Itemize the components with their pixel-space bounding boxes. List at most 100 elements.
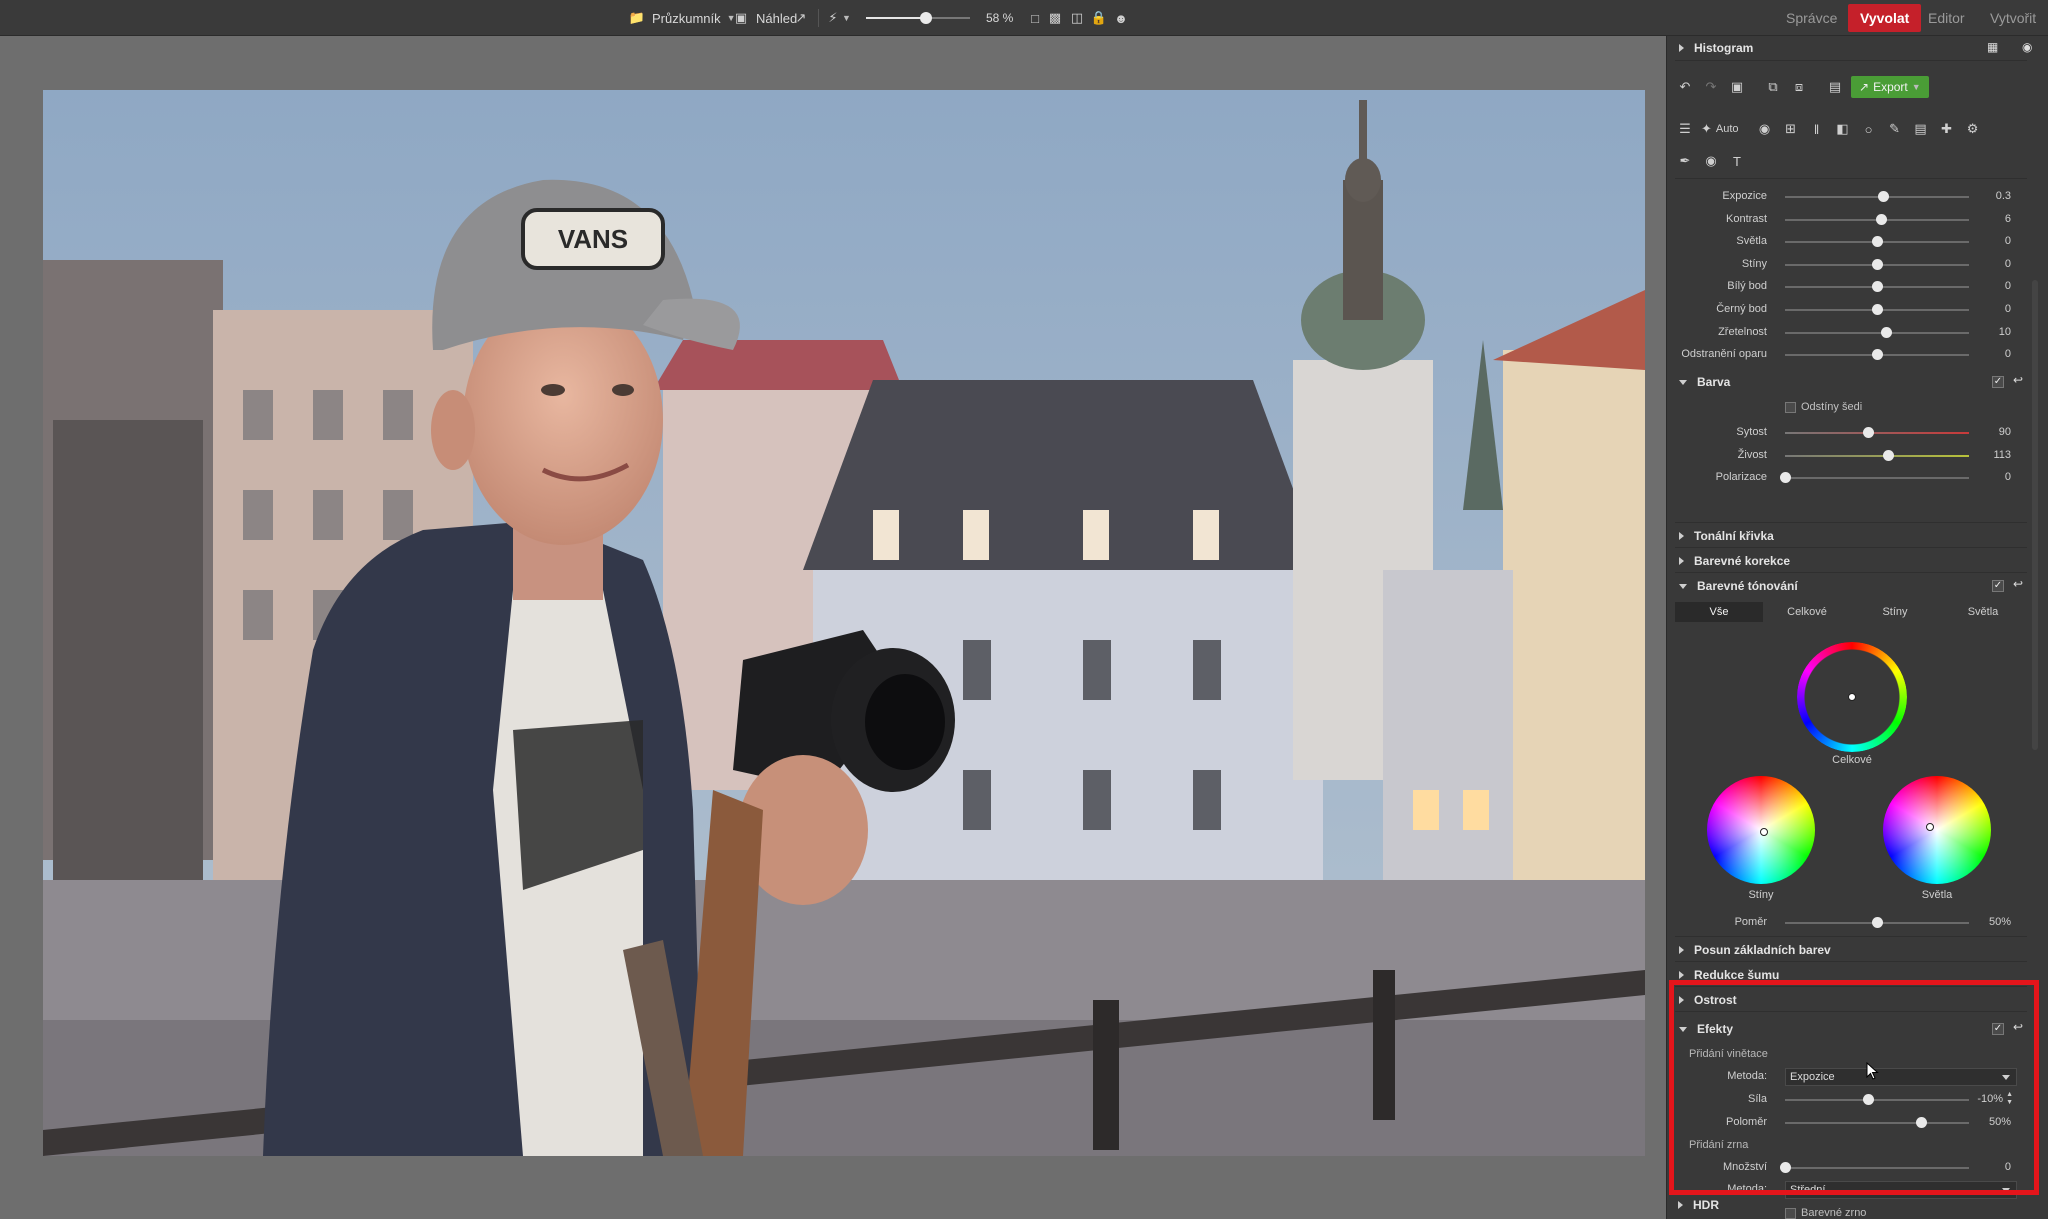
presets-button[interactable]: ▤: [1825, 77, 1845, 97]
copy-settings-button[interactable]: ⧉: [1763, 77, 1783, 97]
color-section-toggle[interactable]: ✓: [1992, 376, 2004, 388]
hue-shift-header[interactable]: Posun základních barev: [1667, 938, 2027, 962]
panel-scrollbar[interactable]: [2032, 280, 2038, 750]
vignette-strength-thumb[interactable]: [1862, 1094, 1874, 1105]
ratio-slider-thumb[interactable]: [1872, 917, 1883, 928]
color-section-header[interactable]: Barva: [1667, 370, 2027, 394]
basic-7-slider[interactable]: [1785, 349, 1969, 361]
basic-2-slider-value: 0: [2004, 235, 2011, 248]
basic-1-slider[interactable]: [1785, 213, 1969, 225]
basic-4-slider[interactable]: [1785, 281, 1969, 293]
effects-header[interactable]: Efekty: [1667, 1017, 2027, 1041]
zoom-slider[interactable]: [866, 12, 970, 24]
export-button[interactable]: ↗ Export ▼: [1851, 76, 1929, 98]
color-corrections-header[interactable]: Barevné korekce: [1667, 549, 2027, 573]
basic-3-slider[interactable]: [1785, 258, 1969, 270]
basic-2-slider[interactable]: [1785, 236, 1969, 248]
mode-manager[interactable]: Správce: [1774, 4, 1849, 32]
redo-button[interactable]: ↷: [1701, 77, 1721, 97]
basic-4-slider-thumb[interactable]: [1872, 281, 1883, 293]
toning-reset[interactable]: ↩: [2013, 577, 2023, 591]
vignette-method-dropdown[interactable]: Expozice: [1785, 1068, 2017, 1086]
toning-toggle[interactable]: ✓: [1992, 580, 2004, 592]
color-section-reset[interactable]: ↩: [2013, 373, 2023, 387]
shadows-wheel-handle[interactable]: [1760, 828, 1768, 836]
photo-canvas[interactable]: VANS: [0, 36, 1666, 1219]
tab-highlights[interactable]: Světla: [1939, 602, 2027, 622]
basic-0-slider-thumb[interactable]: [1877, 191, 1889, 202]
zoom-slider-thumb[interactable]: [920, 12, 933, 24]
basic-5-slider-thumb[interactable]: [1872, 304, 1883, 315]
vignette-radius-slider[interactable]: [1785, 1117, 1969, 1128]
lock-button[interactable]: 🔒: [1090, 0, 1108, 36]
basic-5-slider[interactable]: [1785, 304, 1969, 315]
grayscale-checkbox[interactable]: [1785, 402, 1796, 413]
zoom-1to1-button[interactable]: □: [1026, 0, 1044, 36]
preview-button[interactable]: ▣ Náhled: [728, 0, 801, 36]
histogram-header[interactable]: Histogram: [1667, 36, 2027, 60]
perspective-tool-button[interactable]: ‖: [1807, 119, 1827, 139]
ratio-slider[interactable]: [1785, 917, 1969, 928]
color-1-slider[interactable]: [1785, 449, 1969, 461]
heal-tool-button[interactable]: ✚: [1937, 119, 1957, 139]
person-button[interactable]: ☻: [1112, 0, 1130, 36]
gradient-filter-button[interactable]: ▤: [1911, 119, 1931, 139]
highlights-wheel-handle[interactable]: [1926, 823, 1934, 831]
basic-1-slider-thumb[interactable]: [1875, 213, 1887, 225]
basic-2-slider-thumb[interactable]: [1872, 236, 1883, 248]
brush-tool-button[interactable]: ✎: [1885, 119, 1905, 139]
color-2-slider[interactable]: [1780, 472, 1969, 484]
auto-button[interactable]: ✦ Auto: [1701, 119, 1739, 139]
adjustments-button[interactable]: ☰: [1675, 119, 1695, 139]
color-1-slider-thumb[interactable]: [1883, 449, 1895, 461]
basic-0-slider[interactable]: [1785, 191, 1969, 202]
eyedropper-button[interactable]: ✒: [1675, 151, 1695, 171]
transform-tool-button[interactable]: ◧: [1833, 119, 1853, 139]
explorer-button[interactable]: 📁 Průzkumník ▼: [624, 0, 740, 36]
vignette-radius-thumb[interactable]: [1916, 1117, 1928, 1128]
grain-amount-slider[interactable]: [1780, 1162, 1969, 1173]
paste-settings-button[interactable]: ⧈: [1789, 77, 1809, 97]
undo-button[interactable]: ↶: [1675, 77, 1695, 97]
camera-tool-button[interactable]: ◉: [1755, 119, 1775, 139]
sharpness-header[interactable]: Ostrost: [1667, 988, 2027, 1012]
flash-button[interactable]: ⚡ ▼: [824, 0, 851, 36]
mode-develop[interactable]: Vyvolat: [1848, 4, 1922, 32]
radial-filter-button[interactable]: ○: [1859, 119, 1879, 139]
color-0-slider[interactable]: [1785, 427, 1969, 438]
zoom-fit-button[interactable]: ▩: [1046, 0, 1064, 36]
color-2-slider-thumb[interactable]: [1780, 472, 1791, 484]
vignette-strength-value[interactable]: -10%: [1977, 1093, 2003, 1105]
effects-toggle[interactable]: ✓: [1992, 1023, 2004, 1035]
vignette-strength-slider[interactable]: [1785, 1094, 1969, 1105]
original-button[interactable]: ▣: [1727, 77, 1747, 97]
settings-tool-button[interactable]: ⚙: [1963, 119, 1983, 139]
mode-create[interactable]: Vytvořit: [1978, 4, 2048, 32]
compare-button[interactable]: ◫: [1068, 0, 1086, 36]
basic-7-slider-thumb[interactable]: [1872, 349, 1883, 361]
grain-amount-thumb[interactable]: [1780, 1162, 1791, 1173]
vignette-strength-stepper[interactable]: ▲ ▼: [2006, 1091, 2013, 1107]
tab-all[interactable]: Vše: [1675, 602, 1763, 622]
mask-button[interactable]: ◉: [1701, 151, 1721, 171]
noise-reduction-header[interactable]: Redukce šumu: [1667, 963, 2027, 987]
top-toolbar: 📁 Průzkumník ▼ ▣ Náhled ↗ ⚡ ▼ 58 % □ ▩ ◫ 🔒 ☻…: [0, 0, 2048, 36]
crop-tool-button[interactable]: ⊞: [1781, 119, 1801, 139]
tab-overall[interactable]: Celkové: [1763, 602, 1851, 622]
hdr-header[interactable]: HDR: [1666, 1193, 2026, 1217]
basic-6-slider[interactable]: [1785, 326, 1969, 338]
overall-wheel-handle[interactable]: [1848, 693, 1856, 701]
toning-header[interactable]: Barevné tónování: [1667, 574, 2027, 598]
mode-editor[interactable]: Editor: [1916, 4, 1977, 32]
clipping-button[interactable]: ◉: [2022, 40, 2032, 54]
color-0-slider-thumb[interactable]: [1862, 427, 1874, 438]
basic-3-slider-thumb[interactable]: [1872, 258, 1883, 270]
effects-reset[interactable]: ↩: [2013, 1020, 2023, 1034]
external-open-button[interactable]: ↗: [792, 0, 810, 36]
tab-shadows[interactable]: Stíny: [1851, 602, 1939, 622]
basic-6-slider-thumb[interactable]: [1881, 326, 1893, 338]
histogram-mode-button[interactable]: ▦: [1987, 40, 1998, 54]
text-tool-button[interactable]: T: [1727, 151, 1747, 171]
tone-curve-header[interactable]: Tonální křivka: [1667, 524, 2027, 548]
highlights-color-wheel[interactable]: [1883, 776, 1991, 884]
